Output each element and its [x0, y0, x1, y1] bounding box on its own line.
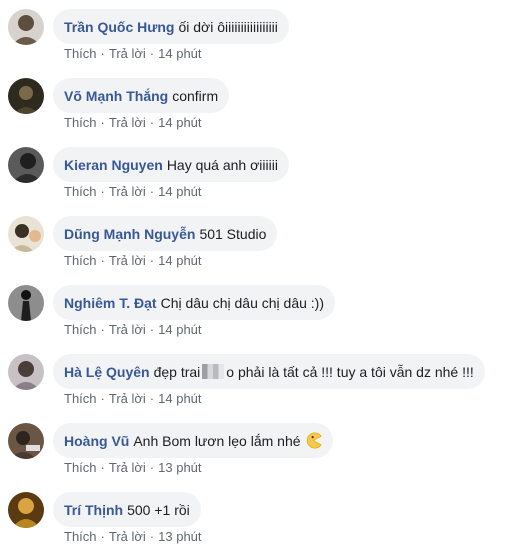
avatar[interactable] [8, 147, 44, 183]
comment-time[interactable]: 14 phút [158, 184, 201, 199]
user-avatar-icon [8, 354, 44, 390]
comment-author[interactable]: Trần Quốc Hưng [64, 19, 174, 35]
reply-button[interactable]: Trả lời [109, 391, 146, 406]
reply-button[interactable]: Trả lời [109, 529, 146, 544]
reply-button[interactable]: Trả lời [109, 115, 146, 130]
reply-button[interactable]: Trả lời [109, 322, 146, 337]
user-avatar-icon [8, 9, 44, 45]
separator: · [100, 115, 105, 130]
comment-time[interactable]: 14 phút [158, 322, 201, 337]
comment-item: Kieran Nguyen Hay quá anh ơiiiiii Thích … [0, 138, 511, 207]
separator: · [149, 115, 155, 130]
comment-author[interactable]: Kieran Nguyen [64, 157, 163, 173]
comment-time[interactable]: 14 phút [158, 46, 201, 61]
comment-text: Chị dâu chị dâu chị dâu :)) [160, 294, 325, 311]
comment-item: Trần Quốc Hưng ối dời ôiiiiiiiiiiiiiiiii… [0, 0, 511, 69]
comment-time[interactable]: 14 phút [158, 391, 201, 406]
separator: · [149, 529, 155, 544]
comment-text: Hay quá anh ơiiiiii [166, 156, 278, 173]
avatar[interactable] [8, 78, 44, 114]
comment-actions: Thích · Trả lời · 14 phút [64, 322, 202, 337]
separator: · [100, 391, 105, 406]
comment-bubble: Dũng Mạnh Nguyễn 501 Studio [53, 216, 278, 251]
separator: · [149, 460, 155, 475]
comment-actions: Thích · Trả lời · 14 phút [64, 253, 202, 268]
comment-text: 501 Studio [199, 225, 267, 242]
comment-text: 500 +1 rồi [127, 501, 190, 518]
comment-actions: Thích · Trả lời · 14 phút [64, 391, 202, 406]
comment-author[interactable]: Nghiêm T. Đạt [64, 295, 157, 311]
comment-bubble: Hoàng Vũ Anh Bom lươn lẹo lắm nhé [53, 423, 333, 458]
comment-bubble: Nghiêm T. Đạt Chị dâu chị dâu chị dâu :)… [53, 285, 336, 320]
comment-text: confirm [172, 87, 219, 104]
reply-button[interactable]: Trả lời [109, 184, 146, 199]
comment-item: Võ Mạnh Thắng confirm Thích · Trả lời · … [0, 69, 511, 138]
separator: · [149, 322, 155, 337]
comment-author[interactable]: Trí Thịnh [64, 502, 123, 518]
avatar[interactable] [8, 285, 44, 321]
avatar[interactable] [8, 492, 44, 528]
comment-bubble: Võ Mạnh Thắng confirm [53, 78, 230, 113]
user-avatar-icon [8, 216, 44, 252]
comment-text: ối dời ôiiiiiiiiiiiiiiiii [178, 18, 278, 35]
user-avatar-icon [8, 492, 44, 528]
comment-time[interactable]: 13 phút [158, 460, 201, 475]
user-avatar-icon [8, 78, 44, 114]
like-button[interactable]: Thích [64, 529, 97, 544]
separator: · [149, 184, 155, 199]
separator: · [149, 253, 155, 268]
like-button[interactable]: Thích [64, 391, 97, 406]
comment-bubble: Trần Quốc Hưng ối dời ôiiiiiiiiiiiiiiiii [53, 9, 289, 44]
separator: · [100, 253, 105, 268]
comment-item: Hoàng Vũ Anh Bom lươn lẹo lắm nhé Thích … [0, 414, 511, 483]
comment-item: Hà Lệ Quyên đẹp trai o phải là tất cả !!… [0, 345, 511, 414]
comment-bubble: Kieran Nguyen Hay quá anh ơiiiiii [53, 147, 289, 182]
comment-author[interactable]: Hoàng Vũ [64, 433, 129, 449]
separator: · [100, 46, 105, 61]
comment-actions: Thích · Trả lời · 13 phút [64, 460, 202, 475]
comment-text-end: o phải là tất cả !!! tuy a tôi vẫn dz nh… [226, 363, 474, 380]
comment-time[interactable]: 13 phút [158, 529, 201, 544]
comment-time[interactable]: 14 phút [158, 253, 201, 268]
comment-text: Anh Bom lươn lẹo lắm nhé [133, 432, 301, 449]
avatar[interactable] [8, 216, 44, 252]
reply-button[interactable]: Trả lời [109, 46, 146, 61]
comment-text-start: đẹp trai [153, 363, 201, 380]
like-button[interactable]: Thích [64, 184, 97, 199]
user-avatar-icon [8, 147, 44, 183]
like-button[interactable]: Thích [64, 322, 97, 337]
reply-button[interactable]: Trả lời [109, 253, 146, 268]
redacted-blur [202, 364, 225, 379]
comment-item: Nghiêm T. Đạt Chị dâu chị dâu chị dâu :)… [0, 276, 511, 345]
like-button[interactable]: Thích [64, 253, 97, 268]
separator: · [100, 529, 105, 544]
like-button[interactable]: Thích [64, 460, 97, 475]
comment-actions: Thích · Trả lời · 14 phút [64, 184, 202, 199]
avatar[interactable] [8, 354, 44, 390]
like-button[interactable]: Thích [64, 46, 97, 61]
comment-author[interactable]: Võ Mạnh Thắng [64, 88, 168, 104]
comment-actions: Thích · Trả lời · 14 phút [64, 46, 202, 61]
user-avatar-icon [8, 285, 44, 321]
comment-bubble: Hà Lệ Quyên đẹp trai o phải là tất cả !!… [53, 354, 485, 389]
separator: · [100, 460, 105, 475]
pacman-emoji-icon [306, 432, 322, 449]
like-button[interactable]: Thích [64, 115, 97, 130]
avatar[interactable] [8, 9, 44, 45]
comment-actions: Thích · Trả lời · 14 phút [64, 115, 202, 130]
comment-bubble: Trí Thịnh 500 +1 rồi [53, 492, 201, 527]
comment-actions: Thích · Trả lời · 13 phút [64, 529, 202, 544]
separator: · [149, 391, 155, 406]
comment-author[interactable]: Dũng Mạnh Nguyễn [64, 226, 195, 242]
comment-item: Trí Thịnh 500 +1 rồi Thích · Trả lời · 1… [0, 483, 511, 552]
separator: · [100, 322, 105, 337]
user-avatar-icon [8, 423, 44, 459]
separator: · [100, 184, 105, 199]
avatar[interactable] [8, 423, 44, 459]
comment-item: Dũng Mạnh Nguyễn 501 Studio Thích · Trả … [0, 207, 511, 276]
comment-time[interactable]: 14 phút [158, 115, 201, 130]
separator: · [149, 46, 155, 61]
comment-author[interactable]: Hà Lệ Quyên [64, 364, 150, 380]
reply-button[interactable]: Trả lời [109, 460, 146, 475]
